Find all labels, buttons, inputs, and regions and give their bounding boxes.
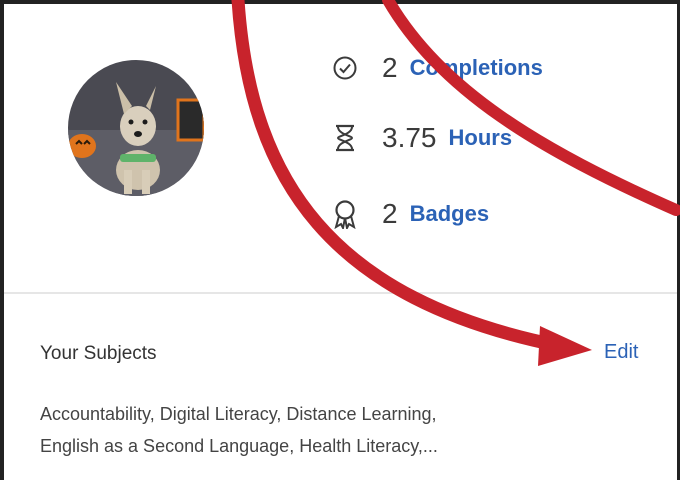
check-circle-icon xyxy=(330,53,360,83)
hours-label[interactable]: Hours xyxy=(449,125,513,151)
stat-badges: 2 Badges xyxy=(330,198,489,230)
stat-hours: 3.75 Hours xyxy=(330,122,512,154)
subjects-list: Accountability, Digital Literacy, Distan… xyxy=(40,398,640,462)
completions-count: 2 xyxy=(382,52,398,83)
subjects-title: Your Subjects xyxy=(40,343,157,364)
section-divider xyxy=(4,292,677,294)
hourglass-icon xyxy=(330,123,360,153)
badge-icon xyxy=(330,199,360,229)
completions-label[interactable]: Completions xyxy=(410,55,543,81)
subjects-line-2: English as a Second Language, Health Lit… xyxy=(40,436,438,456)
subjects-line-1: Accountability, Digital Literacy, Distan… xyxy=(40,404,437,424)
stat-completions: 2 Completions xyxy=(330,52,543,84)
profile-avatar xyxy=(68,60,204,196)
badges-count: 2 xyxy=(382,198,398,229)
dog-photo-avatar xyxy=(68,60,204,196)
hours-count: 3.75 xyxy=(382,122,437,153)
edit-subjects-link[interactable]: Edit xyxy=(604,341,638,364)
badges-label[interactable]: Badges xyxy=(410,201,489,227)
